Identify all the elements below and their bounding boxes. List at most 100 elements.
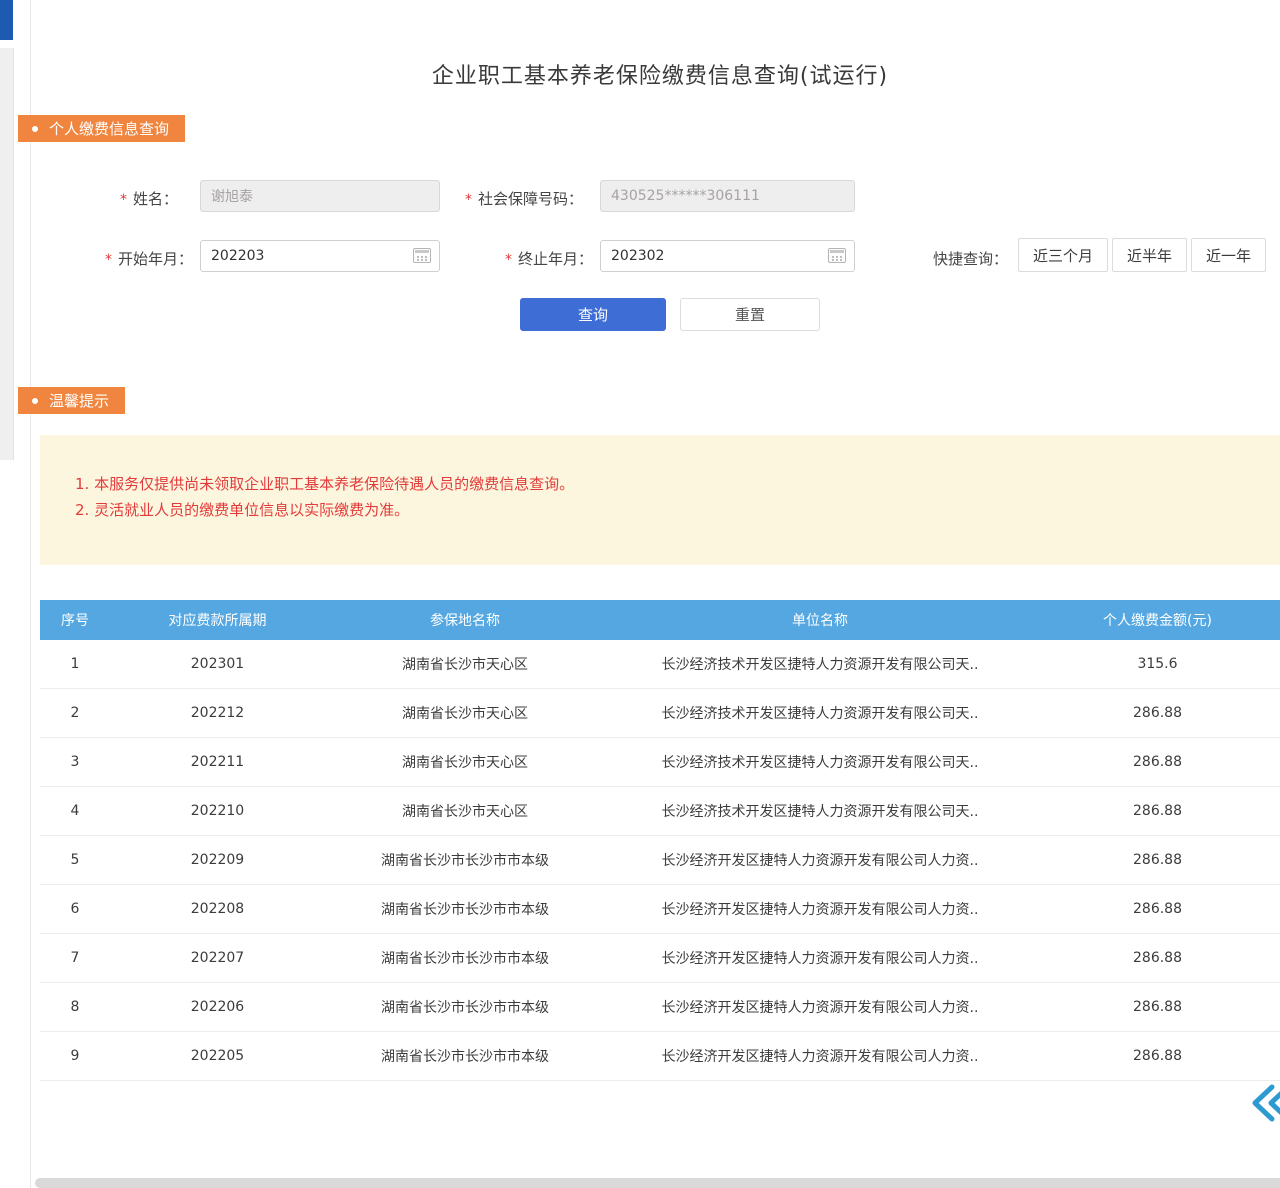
- section-label: 个人缴费信息查询: [49, 118, 169, 139]
- cell-area: 湖南省长沙市天心区: [325, 738, 605, 786]
- table-header-row: 序号 对应费款所属期 参保地名称 单位名称 个人缴费金额(元): [40, 600, 1280, 640]
- table-row: 8 202206 湖南省长沙市长沙市市本级 长沙经济开发区捷特人力资源开发有限公…: [40, 983, 1280, 1032]
- col-header-unit: 单位名称: [605, 600, 1035, 640]
- cell-period: 202207: [110, 934, 325, 982]
- horizontal-scrollbar[interactable]: [35, 1178, 1280, 1188]
- payment-records-table: 序号 对应费款所属期 参保地名称 单位名称 个人缴费金额(元) 1 202301…: [40, 600, 1280, 1081]
- cell-unit: 长沙经济技术开发区捷特人力资源开发有限公司天..: [605, 738, 1035, 786]
- left-edge-strip: [0, 48, 14, 460]
- required-asterisk: *: [120, 192, 127, 208]
- ssn-label: *社会保障号码：: [465, 188, 583, 209]
- cell-area: 湖南省长沙市天心区: [325, 689, 605, 737]
- quick-btn-last-half-year[interactable]: 近半年: [1112, 238, 1187, 272]
- cell-amount: 286.88: [1035, 836, 1280, 884]
- ssn-field[interactable]: [600, 180, 855, 212]
- section-header-tips: 温馨提示: [18, 387, 125, 414]
- table-row: 3 202211 湖南省长沙市天心区 长沙经济技术开发区捷特人力资源开发有限公司…: [40, 738, 1280, 787]
- cell-seq: 2: [40, 689, 110, 737]
- cell-unit: 长沙经济技术开发区捷特人力资源开发有限公司天..: [605, 689, 1035, 737]
- name-label: *姓名：: [120, 188, 178, 209]
- cell-amount: 286.88: [1035, 934, 1280, 982]
- cell-period: 202211: [110, 738, 325, 786]
- cell-amount: 286.88: [1035, 787, 1280, 835]
- end-month-picker: [600, 240, 855, 272]
- cell-seq: 5: [40, 836, 110, 884]
- table-row: 7 202207 湖南省长沙市长沙市市本级 长沙经济开发区捷特人力资源开发有限公…: [40, 934, 1280, 983]
- panel-left-border: [30, 0, 31, 1188]
- cell-area: 湖南省长沙市长沙市市本级: [325, 885, 605, 933]
- quick-btn-last-year[interactable]: 近一年: [1191, 238, 1266, 272]
- cell-area: 湖南省长沙市长沙市市本级: [325, 983, 605, 1031]
- table-row: 2 202212 湖南省长沙市天心区 长沙经济技术开发区捷特人力资源开发有限公司…: [40, 689, 1280, 738]
- cell-period: 202210: [110, 787, 325, 835]
- cell-unit: 长沙经济开发区捷特人力资源开发有限公司人力资..: [605, 885, 1035, 933]
- tips-line: 2. 灵活就业人员的缴费单位信息以实际缴费为准。: [75, 497, 1280, 523]
- col-header-period: 对应费款所属期: [110, 600, 325, 640]
- cell-area: 湖南省长沙市长沙市市本级: [325, 934, 605, 982]
- reset-button[interactable]: 重置: [680, 298, 820, 331]
- cell-amount: 286.88: [1035, 738, 1280, 786]
- quick-query-label: 快捷查询：: [933, 248, 1008, 269]
- cell-amount: 286.88: [1035, 689, 1280, 737]
- col-header-amount: 个人缴费金额(元): [1035, 600, 1280, 640]
- cell-unit: 长沙经济技术开发区捷特人力资源开发有限公司天..: [605, 787, 1035, 835]
- cell-period: 202212: [110, 689, 325, 737]
- cell-amount: 286.88: [1035, 1032, 1280, 1080]
- start-month-label: *开始年月：: [105, 248, 193, 269]
- end-month-label: *终止年月：: [505, 248, 593, 269]
- section-header-personal-payment-query: 个人缴费信息查询: [18, 115, 185, 142]
- cell-amount: 315.6: [1035, 640, 1280, 688]
- col-header-area: 参保地名称: [325, 600, 605, 640]
- cell-seq: 6: [40, 885, 110, 933]
- section-label: 温馨提示: [49, 390, 109, 411]
- table-row: 1 202301 湖南省长沙市天心区 长沙经济技术开发区捷特人力资源开发有限公司…: [40, 640, 1280, 689]
- bullet-dot-icon: [32, 126, 38, 132]
- cell-seq: 8: [40, 983, 110, 1031]
- cell-period: 202301: [110, 640, 325, 688]
- corner-accent-block: [0, 0, 13, 40]
- cell-seq: 3: [40, 738, 110, 786]
- tips-notice-box: 1. 本服务仅提供尚未领取企业职工基本养老保险待遇人员的缴费信息查询。 2. 灵…: [40, 435, 1280, 565]
- page-title: 企业职工基本养老保险缴费信息查询(试运行): [40, 58, 1280, 90]
- double-left-chevron-icon[interactable]: [1248, 1082, 1280, 1128]
- tips-line: 1. 本服务仅提供尚未领取企业职工基本养老保险待遇人员的缴费信息查询。: [75, 471, 1280, 497]
- cell-amount: 286.88: [1035, 983, 1280, 1031]
- name-field[interactable]: [200, 180, 440, 212]
- start-month-field[interactable]: [200, 240, 440, 272]
- required-asterisk: *: [105, 252, 112, 268]
- cell-seq: 4: [40, 787, 110, 835]
- table-row: 4 202210 湖南省长沙市天心区 长沙经济技术开发区捷特人力资源开发有限公司…: [40, 787, 1280, 836]
- table-row: 5 202209 湖南省长沙市长沙市市本级 长沙经济开发区捷特人力资源开发有限公…: [40, 836, 1280, 885]
- bullet-dot-icon: [32, 398, 38, 404]
- cell-unit: 长沙经济技术开发区捷特人力资源开发有限公司天..: [605, 640, 1035, 688]
- cell-period: 202208: [110, 885, 325, 933]
- calendar-icon[interactable]: [413, 248, 431, 263]
- pension-query-page: 企业职工基本养老保险缴费信息查询(试运行) 个人缴费信息查询 *姓名： *社会保…: [0, 0, 1280, 1188]
- cell-period: 202206: [110, 983, 325, 1031]
- end-month-field[interactable]: [600, 240, 855, 272]
- cell-unit: 长沙经济开发区捷特人力资源开发有限公司人力资..: [605, 983, 1035, 1031]
- quick-query-group: 近三个月 近半年 近一年: [1018, 238, 1266, 272]
- cell-unit: 长沙经济开发区捷特人力资源开发有限公司人力资..: [605, 836, 1035, 884]
- col-header-seq: 序号: [40, 600, 110, 640]
- cell-area: 湖南省长沙市长沙市市本级: [325, 1032, 605, 1080]
- start-month-picker: [200, 240, 440, 272]
- required-asterisk: *: [505, 252, 512, 268]
- cell-period: 202205: [110, 1032, 325, 1080]
- required-asterisk: *: [465, 192, 472, 208]
- cell-area: 湖南省长沙市长沙市市本级: [325, 836, 605, 884]
- quick-btn-last-3-months[interactable]: 近三个月: [1018, 238, 1108, 272]
- cell-seq: 7: [40, 934, 110, 982]
- table-row: 6 202208 湖南省长沙市长沙市市本级 长沙经济开发区捷特人力资源开发有限公…: [40, 885, 1280, 934]
- cell-seq: 1: [40, 640, 110, 688]
- cell-area: 湖南省长沙市天心区: [325, 640, 605, 688]
- calendar-icon[interactable]: [828, 248, 846, 263]
- cell-amount: 286.88: [1035, 885, 1280, 933]
- query-button[interactable]: 查询: [520, 298, 666, 331]
- cell-unit: 长沙经济开发区捷特人力资源开发有限公司人力资..: [605, 1032, 1035, 1080]
- cell-unit: 长沙经济开发区捷特人力资源开发有限公司人力资..: [605, 934, 1035, 982]
- table-row: 9 202205 湖南省长沙市长沙市市本级 长沙经济开发区捷特人力资源开发有限公…: [40, 1032, 1280, 1081]
- cell-period: 202209: [110, 836, 325, 884]
- cell-area: 湖南省长沙市天心区: [325, 787, 605, 835]
- cell-seq: 9: [40, 1032, 110, 1080]
